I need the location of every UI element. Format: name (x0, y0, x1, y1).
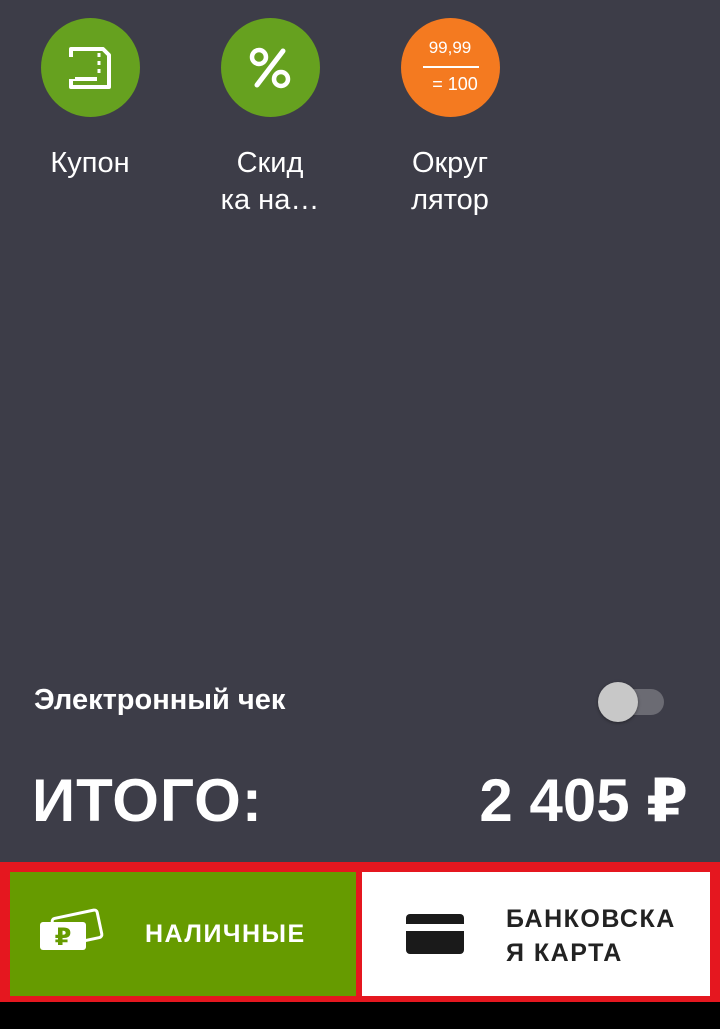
toggle-knob (598, 682, 638, 722)
coupon-icon (65, 46, 111, 89)
system-navigation-bar (0, 1002, 720, 1029)
tile-rounder[interactable]: 99,99 = 100 Округ лятор (380, 18, 520, 219)
card-label: БАНКОВСКА Я КАРТА (506, 905, 676, 967)
cash-button[interactable]: ₽ НАЛИЧНЫЕ (10, 872, 356, 996)
discount-label: Скид ка на… (220, 147, 320, 216)
card-button[interactable]: БАНКОВСКА Я КАРТА (362, 872, 710, 996)
electronic-receipt-toggle[interactable] (598, 682, 668, 722)
coupon-label: Купон (50, 147, 130, 179)
rounder-top-value: 99,99 (428, 38, 472, 57)
rounder-divider (422, 66, 479, 68)
rounder-label: Округ лятор (411, 147, 489, 216)
cash-label: НАЛИЧНЫЕ (145, 920, 306, 948)
svg-text:₽: ₽ (55, 923, 72, 951)
credit-card-icon (406, 914, 464, 954)
quick-actions: Купон Скид ка на… 99,99 = 100 Округ лято… (0, 18, 720, 238)
coupon-tile-circle[interactable] (40, 18, 140, 117)
tile-discount[interactable]: Скид ка на… (200, 18, 340, 219)
tile-coupon[interactable]: Купон (20, 18, 160, 182)
discount-tile-circle[interactable] (220, 18, 320, 117)
cash-icon: ₽ (40, 908, 104, 951)
percent-icon (249, 47, 291, 88)
payment-methods: ₽ НАЛИЧНЫЕ БАНКОВСКА Я КАРТА (0, 862, 720, 1002)
electronic-receipt-label: Электронный чек (34, 684, 286, 716)
rounder-bottom-value: = 100 (432, 74, 478, 94)
total-value: 2 405 ₽ (479, 767, 688, 834)
rounding-icon[interactable]: 99,99 = 100 (400, 18, 500, 117)
total-label: ИТОГО: (32, 767, 263, 834)
